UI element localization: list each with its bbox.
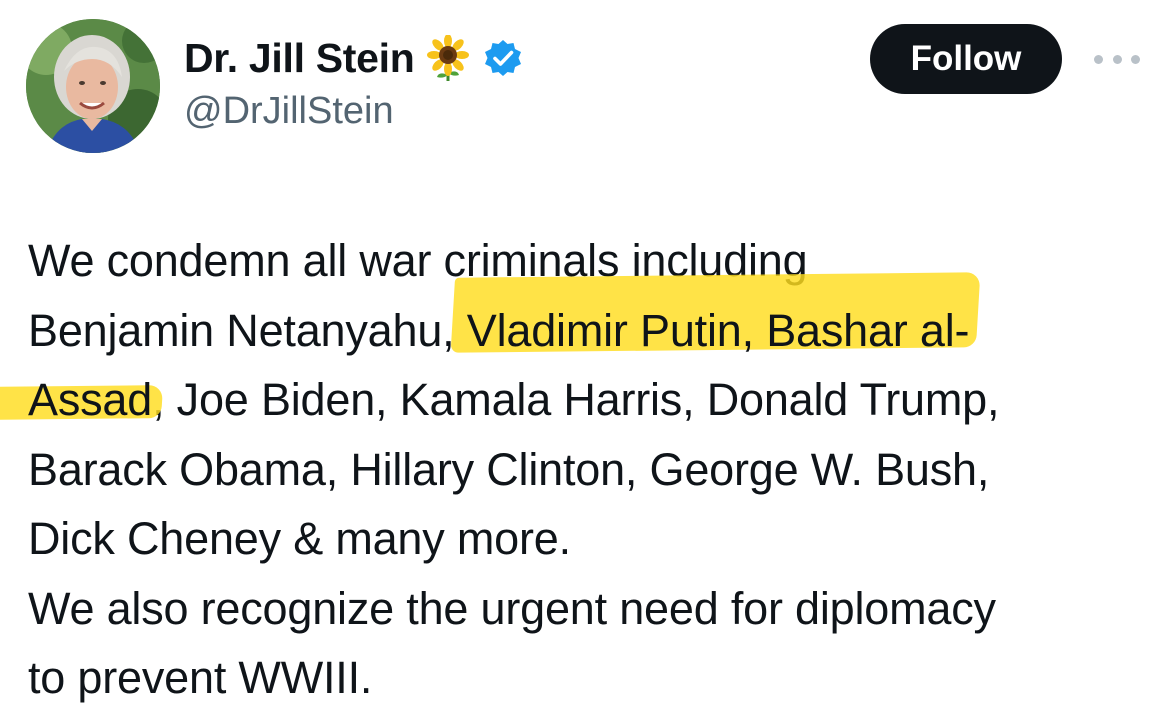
author-handle[interactable]: @DrJillStein — [184, 90, 394, 133]
tweet-line: Benjamin Netanyahu, Vladimir Putin, Bash… — [28, 296, 1158, 366]
display-name[interactable]: Dr. Jill Stein — [184, 35, 415, 82]
tweet-line: Barack Obama, Hillary Clinton, George W.… — [28, 443, 990, 495]
author-name-row: Dr. Jill Stein — [184, 30, 523, 86]
more-dot — [1094, 54, 1103, 64]
tweet-card: Dr. Jill Stein @DrJillStein Follow We co… — [0, 0, 1170, 724]
more-options-icon[interactable] — [1094, 50, 1140, 68]
avatar[interactable] — [26, 19, 160, 153]
tweet-text-segment: Benjamin Netanyahu, — [28, 304, 467, 356]
avatar-image — [26, 19, 160, 153]
highlighted-text: Assad — [28, 374, 153, 425]
follow-button[interactable]: Follow — [870, 24, 1062, 94]
more-dot — [1112, 54, 1122, 64]
tweet-line: to prevent WWIII. — [28, 652, 373, 703]
tweet-line: Dick Cheney & many more. — [28, 513, 571, 564]
highlighted-text: Vladimir Putin, Bashar al- — [466, 304, 970, 356]
sunflower-icon — [425, 34, 471, 81]
tweet-text-segment: , Joe Biden, Kamala Harris, Donald Trump… — [152, 374, 1000, 425]
more-dot — [1131, 54, 1140, 64]
verified-badge-icon[interactable] — [483, 38, 523, 78]
tweet-line: Assad, Joe Biden, Kamala Harris, Donald … — [28, 365, 1158, 435]
tweet-line: We also recognize the urgent need for di… — [28, 582, 996, 634]
tweet-text: We condemn all war criminals including B… — [28, 226, 1158, 713]
